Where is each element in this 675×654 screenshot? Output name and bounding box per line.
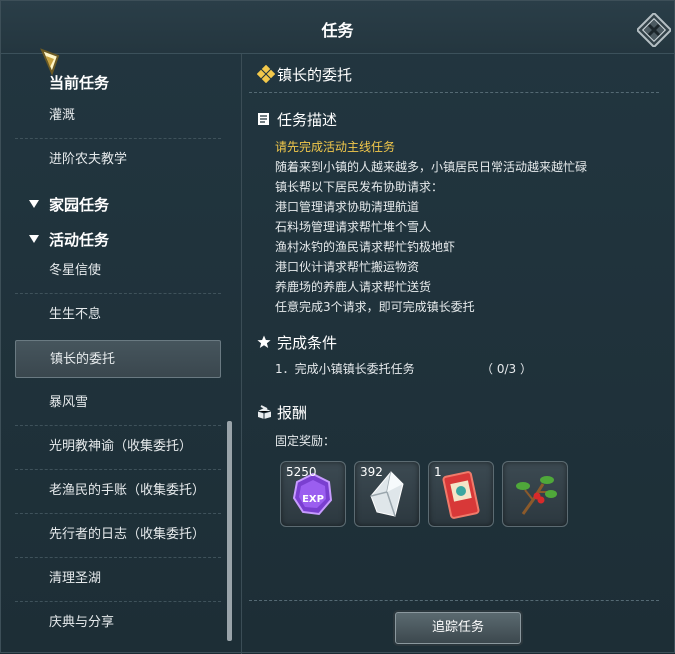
quest-item-label: 先行者的日志（收集委托） <box>49 527 206 542</box>
quest-item-label: 光明教神谕（收集委托） <box>49 439 193 454</box>
reward-box-icon <box>257 405 272 419</box>
reward-slot-exp[interactable]: EXP 5250 <box>280 461 346 527</box>
svg-text:EXP: EXP <box>302 494 324 505</box>
quest-item-irrigate[interactable]: 灌溉 <box>15 97 221 139</box>
home-quests-header[interactable]: 家园任务 <box>29 194 109 215</box>
expand-triangle-icon <box>29 200 39 208</box>
desc-line: 镇长帮以下居民发布协助请求： <box>275 180 444 194</box>
activity-quests-label: 活动任务 <box>49 231 110 249</box>
quest-item-blizzard[interactable]: 暴风雪 <box>15 384 221 426</box>
title-bar: 任务 <box>1 1 674 54</box>
quest-item-label: 庆典与分享 <box>49 615 115 630</box>
activity-quests-header[interactable]: 活动任务 <box>29 229 109 250</box>
quest-detail-panel: 镇长的委托 任务描述 请先完成活动主线任务 随着来到小镇的人越来越多，小镇居民日… <box>249 54 669 654</box>
quest-item-mayor-commission[interactable]: 镇长的委托 <box>15 340 221 378</box>
quest-list-scrollbar[interactable] <box>227 421 232 641</box>
quest-window: 任务 当前任务 灌溉 进阶农夫教学 家园任务 活动任务 冬星信使 生生不息 镇长… <box>0 0 675 654</box>
quest-item-clean-lake[interactable]: 清理圣湖 <box>15 560 221 602</box>
quest-item-label: 灌溉 <box>49 108 76 123</box>
quest-item-endless-life[interactable]: 生生不息 <box>15 296 221 334</box>
track-quest-button[interactable]: 追踪任务 <box>395 612 521 644</box>
quest-item-fisher-notes[interactable]: 老渔民的手账（收集委托） <box>15 472 221 514</box>
quest-item-farmer-tutorial[interactable]: 进阶农夫教学 <box>15 141 221 179</box>
quest-title: 镇长的委托 <box>277 66 353 84</box>
home-quests-label: 家园任务 <box>49 196 110 214</box>
quest-diamond-icon <box>257 65 275 83</box>
condition-text: 1．完成小镇镇长委托任务 <box>275 362 415 376</box>
reward-slot-crystal[interactable]: 392 <box>354 461 420 527</box>
quest-item-celebration[interactable]: 庆典与分享 <box>15 604 221 642</box>
quest-list-panel: 当前任务 灌溉 进阶农夫教学 家园任务 活动任务 冬星信使 生生不息 镇长的委托… <box>1 48 242 654</box>
quest-item-pioneer-log[interactable]: 先行者的日志（收集委托） <box>15 516 221 558</box>
fixed-reward-label: 固定奖励： <box>275 434 336 448</box>
desc-line: 石料场管理请求帮忙堆个雪人 <box>275 220 432 234</box>
quest-item-label: 冬星信使 <box>49 263 102 278</box>
quest-item-label: 镇长的委托 <box>50 352 116 367</box>
divider <box>249 92 659 93</box>
desc-line: 任意完成3个请求，即可完成镇长委托 <box>275 300 475 314</box>
desc-line: 港口伙计请求帮忙搬运物资 <box>275 260 420 274</box>
quest-item-label: 进阶农夫教学 <box>49 152 128 167</box>
quest-item-label: 生生不息 <box>49 307 102 322</box>
condition-progress: （ 0/3 ） <box>481 362 532 376</box>
reward-slot-ticket[interactable]: 1 <box>428 461 494 527</box>
reward-count: 392 <box>360 465 383 479</box>
quest-item-oracle[interactable]: 光明教神谕（收集委托） <box>15 428 221 470</box>
quest-item-winter-star[interactable]: 冬星信使 <box>15 252 221 294</box>
reward-count: 1 <box>434 465 442 479</box>
close-button[interactable] <box>635 11 673 49</box>
quest-item-label: 暴风雪 <box>49 395 89 410</box>
desc-line: 养鹿场的养鹿人请求帮忙送货 <box>275 280 432 294</box>
warning-text: 请先完成活动主线任务 <box>275 140 396 154</box>
desc-line: 渔村冰钓的渔民请求帮忙钓极地虾 <box>275 240 456 254</box>
holly-branch-icon <box>516 476 557 515</box>
quest-item-label: 老渔民的手账（收集委托） <box>49 483 206 498</box>
description-header: 任务描述 <box>277 111 338 129</box>
reward-slot-holly[interactable] <box>502 461 568 527</box>
expand-triangle-icon <box>29 235 39 243</box>
condition-header: 完成条件 <box>277 334 338 352</box>
divider <box>249 600 659 601</box>
reward-count: 5250 <box>286 465 317 479</box>
desc-line: 随着来到小镇的人越来越多，小镇居民日常活动越来越忙碌 <box>275 160 588 174</box>
desc-line: 港口管理请求协助清理航道 <box>275 200 420 214</box>
current-quests-header[interactable]: 当前任务 <box>49 72 109 93</box>
window-title: 任务 <box>321 21 354 40</box>
document-icon <box>258 113 269 125</box>
reward-header: 报酬 <box>277 404 308 422</box>
close-icon <box>635 11 673 49</box>
quest-item-label: 清理圣湖 <box>49 571 102 586</box>
star-icon <box>257 335 271 348</box>
